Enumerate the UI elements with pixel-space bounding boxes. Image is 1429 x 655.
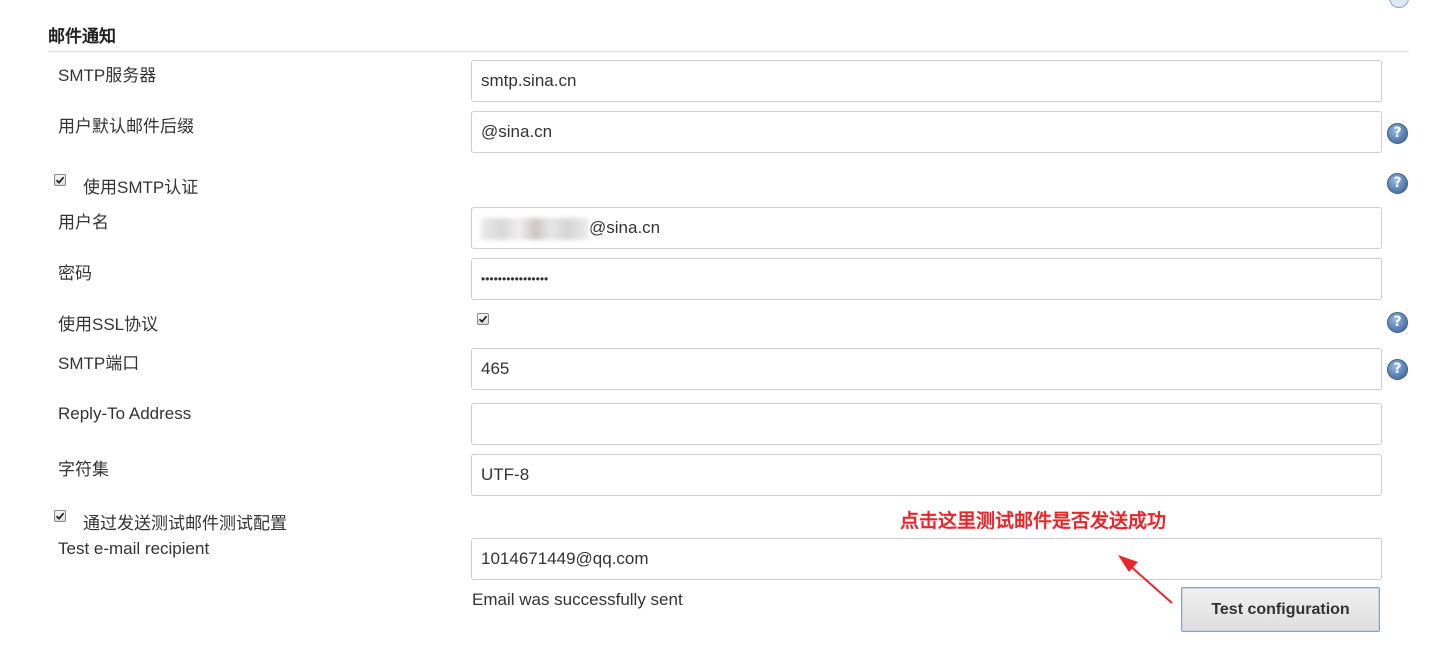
username-input[interactable]: @sina.cn [471, 207, 1382, 249]
help-icon[interactable]: ? [1387, 359, 1408, 380]
default-suffix-label: 用户默认邮件后缀 [58, 117, 194, 136]
charset-label: 字符集 [58, 460, 109, 479]
annotation-text: 点击这里测试邮件是否发送成功 [900, 511, 1167, 532]
status-message: Email was successfully sent [472, 590, 683, 609]
test-recipient-input[interactable]: 1014671449@qq.com [471, 538, 1382, 580]
help-icon-partial[interactable] [1389, 0, 1409, 8]
charset-input[interactable]: UTF-8 [471, 454, 1382, 496]
test-configuration-button[interactable]: Test configuration [1181, 587, 1380, 632]
help-icon[interactable]: ? [1387, 173, 1408, 194]
smtp-server-label: SMTP服务器 [58, 66, 157, 85]
test-by-email-label: 通过发送测试邮件测试配置 [83, 514, 287, 533]
redacted-username-blur [481, 218, 589, 240]
section-title: 邮件通知 [48, 27, 116, 46]
section-divider [48, 51, 1409, 52]
checkmark-icon [55, 512, 65, 520]
default-suffix-input[interactable]: @sina.cn [471, 111, 1382, 153]
test-recipient-label: Test e-mail recipient [58, 539, 210, 558]
use-smtp-auth-label: 使用SMTP认证 [83, 178, 199, 197]
help-icon[interactable]: ? [1387, 312, 1408, 333]
smtp-port-input[interactable]: 465 [471, 348, 1382, 390]
username-label: 用户名 [58, 213, 109, 232]
password-input[interactable]: •••••••••••••••• [471, 258, 1382, 300]
email-notification-config: 邮件通知 SMTP服务器 smtp.sina.cn 用户默认邮件后缀 @sina… [0, 0, 1429, 655]
use-smtp-auth-checkbox[interactable] [54, 174, 66, 186]
use-ssl-checkbox[interactable] [477, 313, 489, 325]
smtp-server-input[interactable]: smtp.sina.cn [471, 60, 1382, 102]
reply-to-input[interactable] [471, 403, 1382, 445]
checkmark-icon [478, 315, 488, 323]
reply-to-label: Reply-To Address [58, 404, 192, 423]
smtp-port-label: SMTP端口 [58, 354, 140, 373]
password-label: 密码 [58, 264, 92, 283]
help-icon[interactable]: ? [1387, 123, 1408, 144]
test-by-email-checkbox[interactable] [54, 510, 66, 522]
use-ssl-label: 使用SSL协议 [58, 315, 159, 334]
checkmark-icon [55, 176, 65, 184]
